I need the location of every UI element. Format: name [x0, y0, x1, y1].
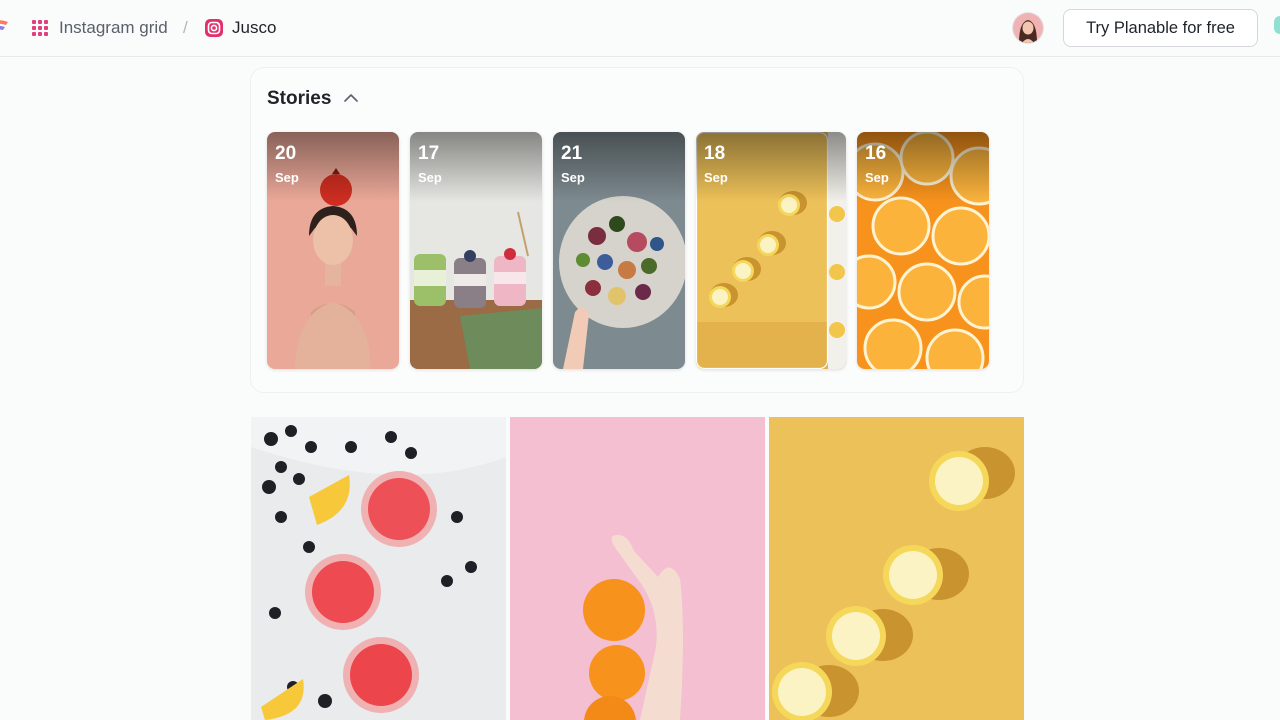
story-date-day: 21	[561, 143, 583, 164]
user-avatar[interactable]	[1013, 13, 1043, 43]
feed-post[interactable]	[510, 417, 765, 720]
story-date-day: 18	[704, 143, 726, 164]
story-card[interactable]: 18 Sep	[696, 132, 846, 369]
story-date-day: 17	[418, 143, 440, 164]
chevron-up-icon[interactable]	[342, 91, 360, 105]
story-date-month: Sep	[704, 170, 728, 185]
story-date-month: Sep	[561, 170, 585, 185]
story-date-month: Sep	[865, 170, 889, 185]
story-date-day: 20	[275, 143, 297, 164]
planable-logo-icon[interactable]	[0, 19, 10, 35]
stories-title: Stories	[267, 88, 332, 109]
story-card[interactable]: 21 Sep	[553, 132, 685, 369]
top-bar: Instagram grid / Jusco Try Planable for …	[0, 0, 1280, 57]
feed-post[interactable]	[769, 417, 1024, 720]
story-card[interactable]: 17 Sep	[410, 132, 542, 369]
story-date-month: Sep	[275, 170, 299, 185]
post-image	[251, 417, 506, 720]
post-image	[769, 417, 1024, 720]
instagram-icon	[205, 19, 223, 37]
stories-panel: Stories 20 Sep 17 Sep 21 Sep 18 Sep 16 S…	[250, 67, 1024, 393]
breadcrumb-separator: /	[183, 18, 188, 37]
story-date-month: Sep	[418, 170, 442, 185]
help-widget-icon[interactable]	[1274, 16, 1280, 34]
breadcrumb-instagram-grid[interactable]: Instagram grid	[59, 18, 168, 38]
try-planable-button[interactable]: Try Planable for free	[1063, 9, 1258, 47]
feed-post[interactable]	[251, 417, 506, 720]
grid-icon	[32, 20, 48, 36]
story-card[interactable]: 20 Sep	[267, 132, 399, 369]
story-date-day: 16	[865, 143, 887, 164]
breadcrumb-profile-jusco[interactable]: Jusco	[232, 18, 276, 38]
story-card[interactable]: 16 Sep	[857, 132, 989, 369]
post-image	[510, 417, 765, 720]
